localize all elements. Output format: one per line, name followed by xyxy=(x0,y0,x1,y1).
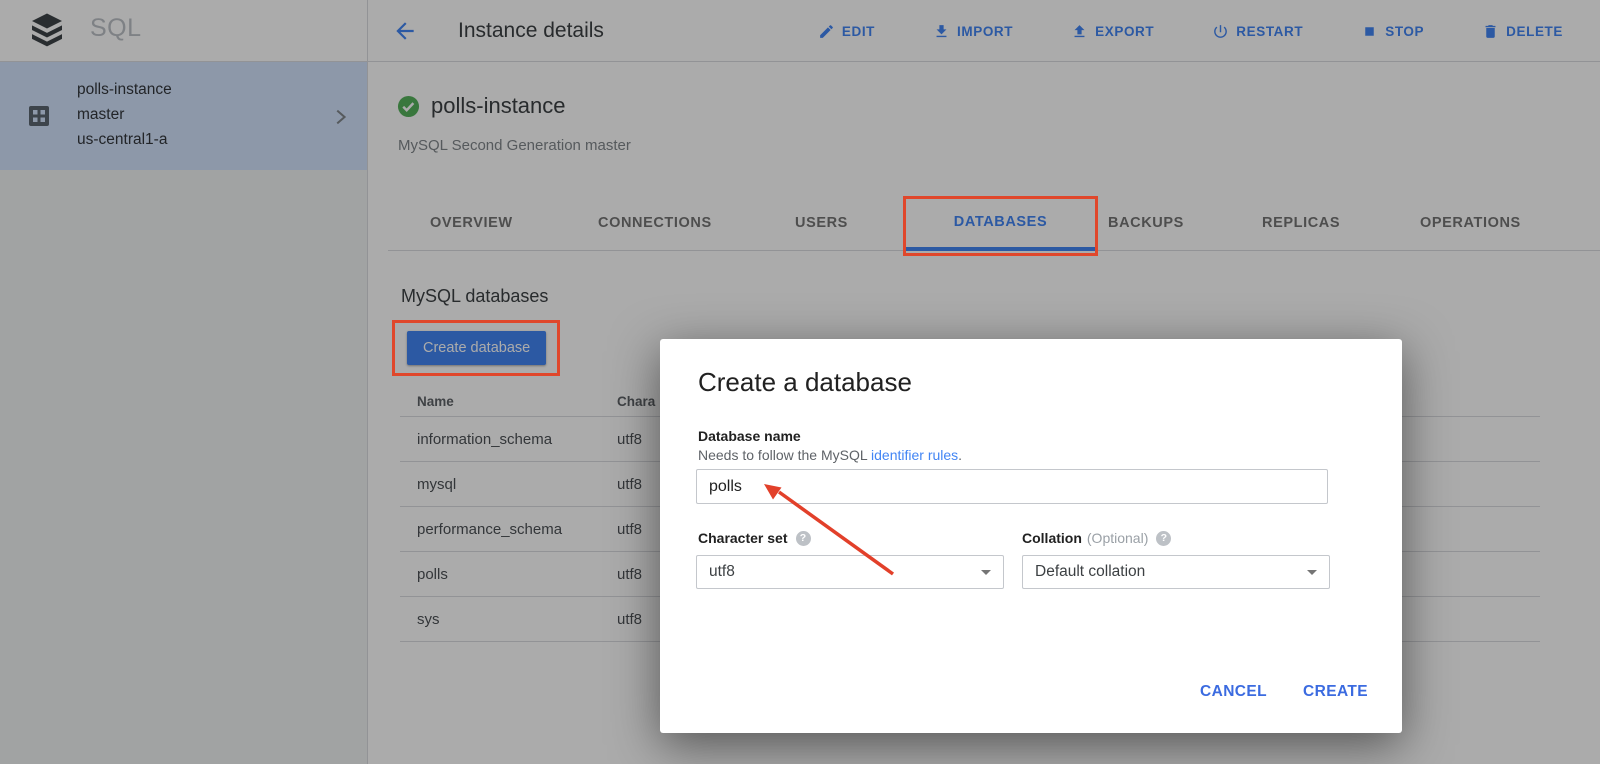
chevron-down-icon xyxy=(981,570,991,575)
dialog-actions: CANCEL CREATE xyxy=(1200,683,1368,701)
create-database-dialog: Create a database Database name Needs to… xyxy=(660,339,1402,733)
help-icon[interactable]: ? xyxy=(1156,531,1171,546)
dialog-title: Create a database xyxy=(698,367,912,398)
database-name-input[interactable] xyxy=(696,469,1328,504)
collation-label-row: Collation (Optional) ? xyxy=(1022,530,1171,546)
chevron-down-icon xyxy=(1307,570,1317,575)
character-set-value: utf8 xyxy=(709,556,735,588)
help-icon[interactable]: ? xyxy=(796,531,811,546)
collation-label: Collation xyxy=(1022,530,1082,546)
database-name-helper: Needs to follow the MySQL identifier rul… xyxy=(698,447,962,463)
collation-value: Default collation xyxy=(1035,556,1145,588)
character-set-select[interactable]: utf8 xyxy=(696,555,1004,589)
helper-text-prefix: Needs to follow the MySQL xyxy=(698,447,871,463)
character-set-label-row: Character set ? xyxy=(698,530,811,546)
dialog-create-button[interactable]: CREATE xyxy=(1303,683,1368,701)
database-name-label: Database name xyxy=(698,428,801,444)
cancel-button[interactable]: CANCEL xyxy=(1200,683,1267,701)
cloud-sql-console: SQL Instance details EDIT IMPORT EXPORT xyxy=(0,0,1600,764)
identifier-rules-link[interactable]: identifier rules xyxy=(871,447,958,463)
collation-optional-hint: (Optional) xyxy=(1087,530,1148,546)
helper-text-suffix: . xyxy=(958,447,962,463)
collation-select[interactable]: Default collation xyxy=(1022,555,1330,589)
character-set-label: Character set xyxy=(698,530,788,546)
